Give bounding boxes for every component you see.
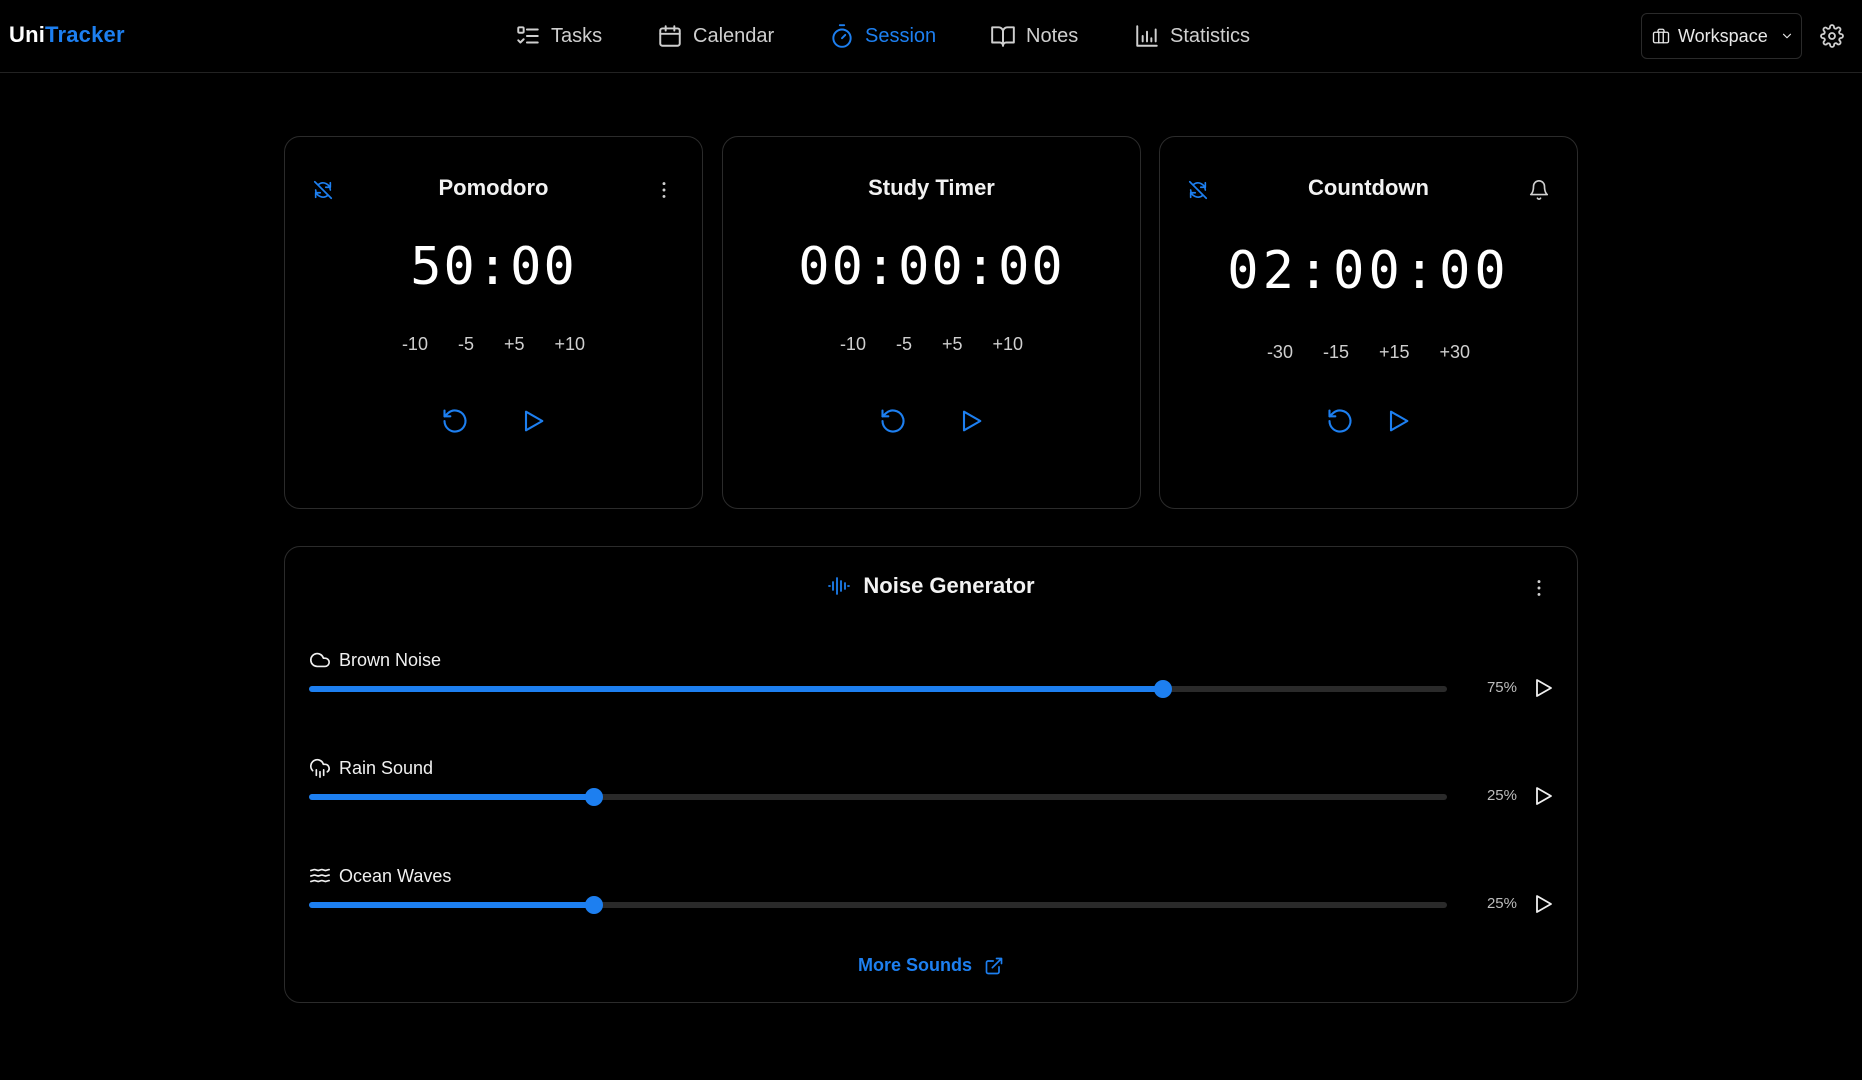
track-label: Rain Sound <box>309 757 433 779</box>
slider-fill <box>309 902 594 908</box>
nav-statistics[interactable]: Statistics <box>1134 22 1250 50</box>
reset-icon[interactable] <box>879 407 907 435</box>
adjust-plus-5[interactable]: +5 <box>942 334 963 355</box>
slider-fill <box>309 686 1163 692</box>
volume-value: 25% <box>1486 787 1517 804</box>
adjust-minus-30[interactable]: -30 <box>1267 342 1293 363</box>
adjust-plus-15[interactable]: +15 <box>1379 342 1410 363</box>
slider-fill <box>309 794 594 800</box>
track-brown-noise: Brown Noise 75% <box>309 649 1559 719</box>
book-icon <box>991 26 1015 47</box>
track-ocean-waves: Ocean Waves 25% <box>309 865 1559 935</box>
nav-tasks-label: Tasks <box>551 24 603 47</box>
play-icon[interactable] <box>519 407 547 435</box>
rain-cloud-icon <box>310 758 330 778</box>
study-timer-card: Study Timer 00:00:00 -10 -5 +5 +10 <box>722 136 1141 509</box>
more-sounds-label: More Sounds <box>857 955 972 975</box>
workspace-label: Workspace <box>1678 25 1768 46</box>
reset-icon[interactable] <box>1326 407 1354 435</box>
volume-value: 75% <box>1486 679 1517 696</box>
audio-waveform-icon <box>828 577 851 595</box>
countdown-card: Countdown 02:00:00 -30 -15 +15 +30 <box>1159 136 1578 509</box>
tasks-icon <box>517 26 539 44</box>
study-timer-time: 00:00:00 <box>798 237 1065 297</box>
nav-notes-label: Notes <box>1026 24 1079 47</box>
adjust-minus-10[interactable]: -10 <box>840 334 866 355</box>
volume-slider[interactable] <box>309 680 1447 698</box>
study-timer-adjustments: -10 -5 +5 +10 <box>723 334 1140 355</box>
nav-session-label: Session <box>865 24 937 47</box>
adjust-plus-10[interactable]: +10 <box>993 334 1024 355</box>
track-label: Brown Noise <box>309 649 441 671</box>
calendar-icon <box>659 25 681 47</box>
cloud-icon <box>310 652 330 668</box>
play-icon[interactable] <box>1531 784 1555 808</box>
gear-icon[interactable] <box>1820 24 1844 48</box>
pomodoro-title: Pomodoro <box>438 175 549 200</box>
adjust-minus-10[interactable]: -10 <box>402 334 428 355</box>
chevron-down-icon <box>1782 33 1791 39</box>
noise-generator-title: Noise Generator <box>863 573 1035 598</box>
external-link-icon <box>985 957 1003 974</box>
study-timer-controls <box>723 407 1140 435</box>
play-icon[interactable] <box>1531 676 1555 700</box>
briefcase-icon <box>1652 28 1670 44</box>
nav-tasks[interactable]: Tasks <box>515 22 602 50</box>
track-rain-sound: Rain Sound 25% <box>309 757 1559 827</box>
countdown-time: 02:00:00 <box>1227 241 1510 301</box>
track-name: Ocean Waves <box>339 865 452 886</box>
adjust-plus-5[interactable]: +5 <box>504 334 525 355</box>
adjust-plus-30[interactable]: +30 <box>1440 342 1471 363</box>
countdown-adjustments: -30 -15 +15 +30 <box>1160 342 1577 363</box>
adjust-minus-5[interactable]: -5 <box>896 334 912 355</box>
bar-chart-icon <box>1136 25 1158 47</box>
more-sounds-link[interactable]: More Sounds <box>285 955 1577 976</box>
study-timer-title: Study Timer <box>868 175 995 200</box>
pomodoro-time: 50:00 <box>410 237 577 297</box>
main-nav: Tasks Calendar Session Notes Statistics <box>0 0 1862 73</box>
track-label: Ocean Waves <box>309 865 451 887</box>
countdown-controls <box>1160 407 1577 435</box>
adjust-minus-5[interactable]: -5 <box>458 334 474 355</box>
more-vertical-icon[interactable] <box>653 179 675 201</box>
nav-calendar[interactable]: Calendar <box>657 22 774 50</box>
pomodoro-adjustments: -10 -5 +5 +10 <box>285 334 702 355</box>
waves-icon <box>310 868 330 883</box>
slider-thumb[interactable] <box>584 788 603 806</box>
slider-thumb[interactable] <box>1153 680 1172 698</box>
timer-icon <box>832 24 852 48</box>
nav-notes[interactable]: Notes <box>990 22 1078 50</box>
track-name: Brown Noise <box>339 649 442 670</box>
pomodoro-controls <box>285 407 702 435</box>
nav-calendar-label: Calendar <box>693 24 775 47</box>
nav-statistics-label: Statistics <box>1170 24 1251 47</box>
volume-value: 25% <box>1486 895 1517 912</box>
adjust-plus-10[interactable]: +10 <box>555 334 586 355</box>
slider-thumb[interactable] <box>584 896 603 914</box>
noise-generator-header: Noise Generator <box>285 573 1577 599</box>
bell-icon[interactable] <box>1528 179 1550 201</box>
play-icon[interactable] <box>1531 892 1555 916</box>
more-vertical-icon[interactable] <box>1528 577 1550 599</box>
workspace-selector[interactable]: Workspace <box>1641 13 1802 59</box>
top-bar: UniTracker Tasks Calendar Session Notes … <box>0 0 1862 73</box>
play-icon[interactable] <box>957 407 985 435</box>
volume-slider[interactable] <box>309 788 1447 806</box>
pomodoro-card: Pomodoro 50:00 -10 -5 +5 +10 <box>284 136 703 509</box>
volume-slider[interactable] <box>309 896 1447 914</box>
play-icon[interactable] <box>1384 407 1412 435</box>
reset-icon[interactable] <box>441 407 469 435</box>
nav-session[interactable]: Session <box>829 22 936 50</box>
countdown-title: Countdown <box>1308 175 1429 200</box>
track-name: Rain Sound <box>339 757 434 778</box>
adjust-minus-15[interactable]: -15 <box>1323 342 1349 363</box>
noise-generator-card: Noise Generator Brown Noise 75% Rain Sou… <box>284 546 1578 1003</box>
